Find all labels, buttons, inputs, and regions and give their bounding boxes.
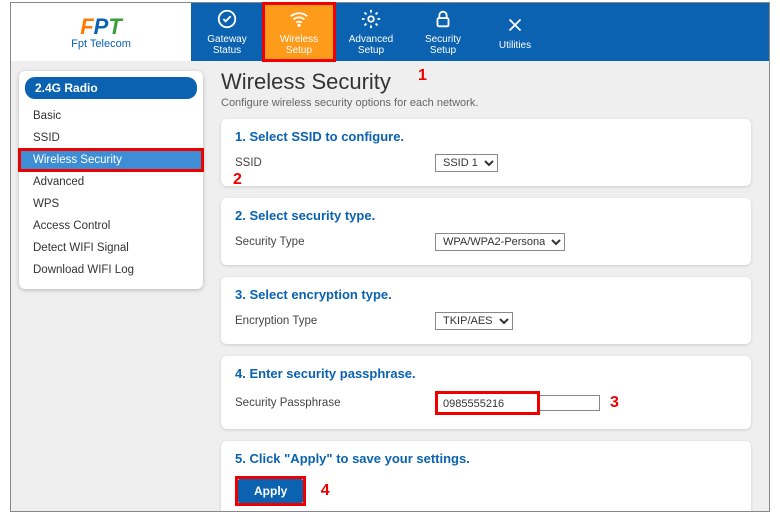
logo-subtext: Fpt Telecom: [71, 38, 131, 50]
passphrase-label: Security Passphrase: [235, 397, 435, 409]
step5-card: 5. Click "Apply" to save your settings. …: [221, 441, 751, 511]
gear-icon: [360, 8, 382, 33]
step1-card: 1. Select SSID to configure. SSID SSID 1: [221, 119, 751, 186]
lock-icon: [432, 8, 454, 33]
main-content: Wireless Security Configure wireless sec…: [211, 61, 769, 511]
nav-wireless-setup[interactable]: WirelessSetup: [263, 3, 335, 61]
sidebar-item-advanced[interactable]: Advanced: [19, 171, 203, 193]
nav-security-setup[interactable]: SecuritySetup: [407, 3, 479, 61]
step2-title: 2. Select security type.: [235, 208, 737, 223]
sidebar-item-basic[interactable]: Basic: [19, 105, 203, 127]
page-title: Wireless Security: [221, 69, 751, 95]
passphrase-input-ext[interactable]: [540, 395, 600, 411]
logo: FPT Fpt Telecom: [11, 3, 191, 61]
sidebar-item-access-control[interactable]: Access Control: [19, 215, 203, 237]
top-nav: GatewayStatus WirelessSetup AdvancedSetu…: [191, 3, 769, 61]
security-type-label: Security Type: [235, 236, 435, 248]
wifi-icon: [288, 8, 310, 33]
apply-button[interactable]: Apply: [238, 479, 303, 503]
step2-card: 2. Select security type. Security Type W…: [221, 198, 751, 265]
passphrase-input[interactable]: [440, 397, 535, 411]
encryption-type-select[interactable]: TKIP/AES: [435, 312, 513, 330]
step3-card: 3. Select encryption type. Encryption Ty…: [221, 277, 751, 344]
annotation-1: 1: [418, 67, 427, 85]
sidebar-header: 2.4G Radio: [25, 77, 197, 99]
nav-advanced-setup[interactable]: AdvancedSetup: [335, 3, 407, 61]
header: FPT Fpt Telecom GatewayStatus WirelessSe…: [11, 3, 769, 61]
nav-gateway-status[interactable]: GatewayStatus: [191, 3, 263, 61]
annotation-3: 3: [610, 394, 619, 412]
encryption-type-label: Encryption Type: [235, 315, 435, 327]
step4-title: 4. Enter security passphrase.: [235, 366, 737, 381]
nav-utilities[interactable]: Utilities: [479, 3, 551, 61]
step3-title: 3. Select encryption type.: [235, 287, 737, 302]
sidebar-item-wps[interactable]: WPS: [19, 193, 203, 215]
logo-main: FPT: [80, 14, 122, 40]
step5-title: 5. Click "Apply" to save your settings.: [235, 451, 737, 466]
tools-icon: [504, 14, 526, 39]
sidebar-item-detect-wifi[interactable]: Detect WIFI Signal: [19, 237, 203, 259]
page-subtitle: Configure wireless security options for …: [221, 97, 751, 109]
sidebar-item-wireless-security[interactable]: Wireless Security: [19, 149, 203, 171]
ssid-select[interactable]: SSID 1: [435, 154, 498, 172]
sidebar: 2.4G Radio Basic SSID Wireless Security …: [11, 61, 211, 511]
ssid-label: SSID: [235, 157, 435, 169]
step1-title: 1. Select SSID to configure.: [235, 129, 737, 144]
step4-card: 4. Enter security passphrase. Security P…: [221, 356, 751, 429]
sidebar-item-download-log[interactable]: Download WIFI Log: [19, 259, 203, 281]
security-type-select[interactable]: WPA/WPA2-Personal: [435, 233, 565, 251]
sidebar-item-ssid[interactable]: SSID: [19, 127, 203, 149]
annotation-4: 4: [321, 482, 330, 499]
annotation-2: 2: [233, 171, 242, 189]
check-circle-icon: [216, 8, 238, 33]
